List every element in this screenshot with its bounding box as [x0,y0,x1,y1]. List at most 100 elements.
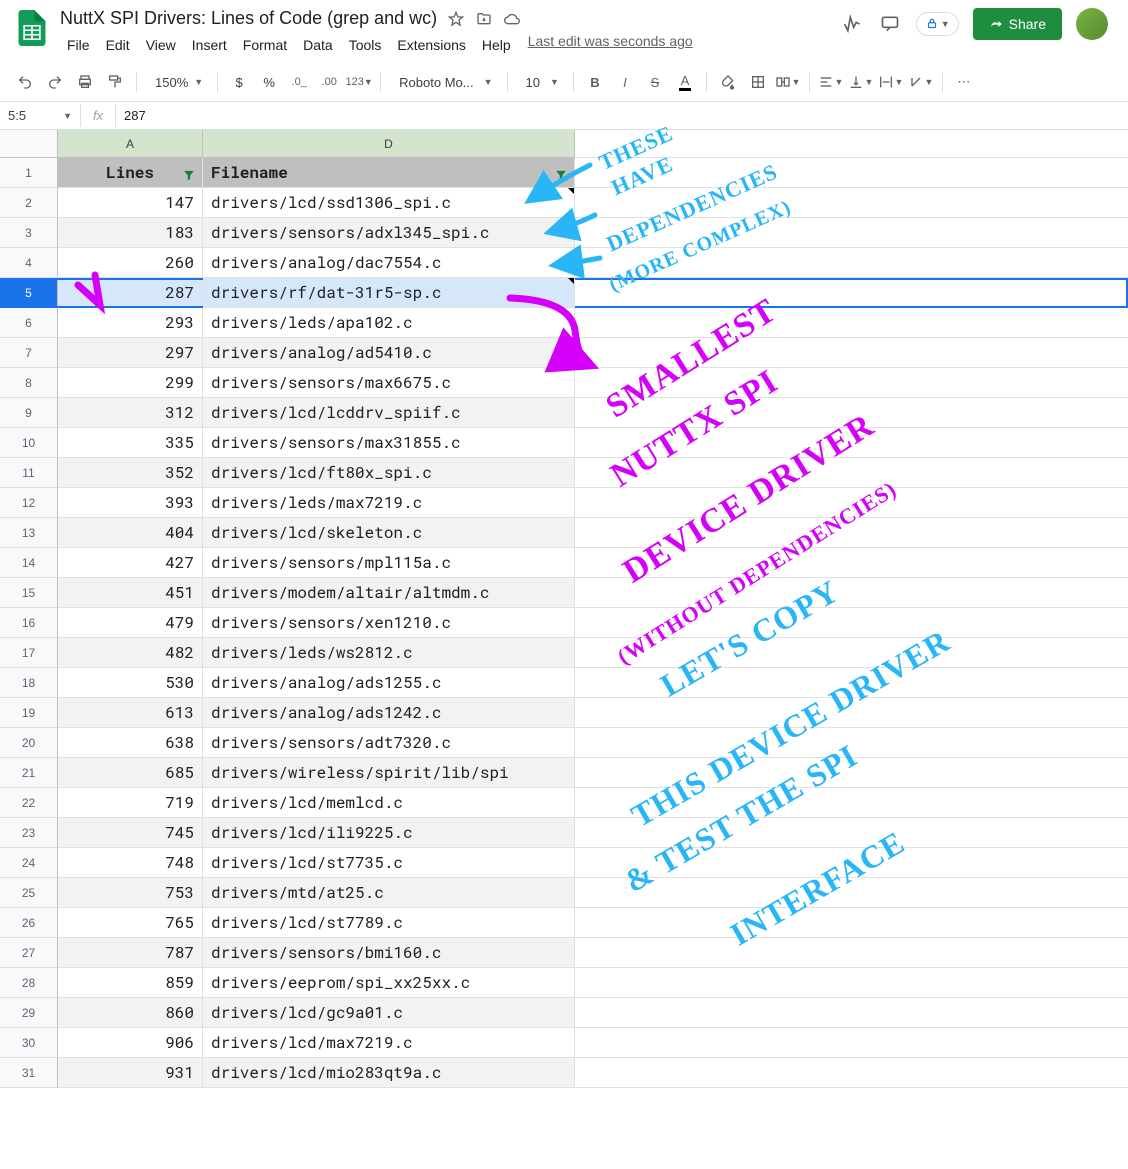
avatar[interactable] [1076,8,1108,40]
cell-lines[interactable]: 293 [58,308,203,338]
table-row[interactable]: 5287drivers/rf/dat-31r5-sp.c [0,278,1128,308]
cell-lines[interactable]: 312 [58,398,203,428]
cell-lines[interactable]: 787 [58,938,203,968]
cell-filename[interactable]: drivers/lcd/skeleton.c [203,518,575,548]
currency-button[interactable]: $ [226,69,252,95]
activity-icon[interactable] [840,12,864,36]
table-row[interactable]: 25753drivers/mtd/at25.c [0,878,1128,908]
row-header[interactable]: 28 [0,968,58,998]
cloud-status-icon[interactable] [503,10,521,28]
merge-cells-icon[interactable]: ▼ [775,69,801,95]
v-align-icon[interactable]: ▼ [848,69,874,95]
italic-icon[interactable]: I [612,69,638,95]
row-header[interactable]: 17 [0,638,58,668]
menu-view[interactable]: View [139,33,183,57]
comments-icon[interactable] [878,12,902,36]
row-header[interactable]: 15 [0,578,58,608]
cell-filename[interactable]: drivers/analog/ads1255.c [203,668,575,698]
table-row[interactable]: 15451drivers/modem/altair/altmdm.c [0,578,1128,608]
cell-filename[interactable]: drivers/sensors/adxl345_spi.c [203,218,575,248]
cell-filename[interactable]: drivers/sensors/mpl115a.c [203,548,575,578]
formula-input[interactable]: 287 [116,108,1128,123]
borders-icon[interactable] [745,69,771,95]
table-row[interactable]: 30906drivers/lcd/max7219.c [0,1028,1128,1058]
table-row[interactable]: 23745drivers/lcd/ili9225.c [0,818,1128,848]
table-row[interactable]: 19613drivers/analog/ads1242.c [0,698,1128,728]
table-row[interactable]: 20638drivers/sensors/adt7320.c [0,728,1128,758]
sheets-logo-icon[interactable] [12,8,52,48]
cell-lines[interactable]: 352 [58,458,203,488]
row-header[interactable]: 13 [0,518,58,548]
star-icon[interactable] [447,10,465,28]
menu-tools[interactable]: Tools [342,33,389,57]
table-row[interactable]: 1LinesFilename [0,158,1128,188]
row-header[interactable]: 9 [0,398,58,428]
cell-lines[interactable]: 685 [58,758,203,788]
cell-filename[interactable]: drivers/analog/ads1242.c [203,698,575,728]
bold-icon[interactable]: B [582,69,608,95]
row-header[interactable]: 25 [0,878,58,908]
text-color-icon[interactable]: A [672,69,698,95]
undo-icon[interactable] [12,69,38,95]
row-header[interactable]: 19 [0,698,58,728]
cell-filename[interactable]: drivers/eeprom/spi_xx25xx.c [203,968,575,998]
cell-filename[interactable]: drivers/wireless/spirit/lib/spi [203,758,575,788]
font-select[interactable]: Roboto Mo...▼ [389,73,498,92]
menu-extensions[interactable]: Extensions [390,33,472,57]
last-edit-link[interactable]: Last edit was seconds ago [528,33,693,57]
cell-filename[interactable]: drivers/modem/altair/altmdm.c [203,578,575,608]
row-header[interactable]: 2 [0,188,58,218]
increase-decimal-icon[interactable]: .00 [316,69,342,95]
cell-filename[interactable]: drivers/leds/apa102.c [203,308,575,338]
table-row[interactable]: 8299drivers/sensors/max6675.c [0,368,1128,398]
table-row[interactable]: 17482drivers/leds/ws2812.c [0,638,1128,668]
cell-filename[interactable]: drivers/sensors/max31855.c [203,428,575,458]
cell-lines[interactable]: 748 [58,848,203,878]
cell-lines[interactable]: 183 [58,218,203,248]
cell-lines[interactable]: 451 [58,578,203,608]
table-row[interactable]: 26765drivers/lcd/st7789.c [0,908,1128,938]
table-row[interactable]: 29860drivers/lcd/gc9a01.c [0,998,1128,1028]
table-row[interactable]: 12393drivers/leds/max7219.c [0,488,1128,518]
share-button[interactable]: Share [973,8,1062,40]
percent-button[interactable]: % [256,69,282,95]
more-formats-icon[interactable]: 123▼ [346,69,372,95]
menu-edit[interactable]: Edit [99,33,137,57]
row-header[interactable]: 12 [0,488,58,518]
cell-lines[interactable]: 297 [58,338,203,368]
row-header[interactable]: 21 [0,758,58,788]
filter-icon[interactable] [554,166,568,187]
row-header[interactable]: 30 [0,1028,58,1058]
menu-file[interactable]: File [60,33,97,57]
table-row[interactable]: 28859drivers/eeprom/spi_xx25xx.c [0,968,1128,998]
table-row[interactable]: 11352drivers/lcd/ft80x_spi.c [0,458,1128,488]
wrap-icon[interactable]: ▼ [878,69,904,95]
row-header[interactable]: 22 [0,788,58,818]
column-header-a[interactable]: A [58,130,203,158]
cell-lines[interactable]: 906 [58,1028,203,1058]
cell-filename-header[interactable]: Filename [203,158,575,188]
menu-insert[interactable]: Insert [185,33,234,57]
table-row[interactable]: 27787drivers/sensors/bmi160.c [0,938,1128,968]
filter-icon[interactable] [182,166,196,187]
row-header[interactable]: 8 [0,368,58,398]
cell-lines[interactable]: 404 [58,518,203,548]
cell-lines[interactable]: 931 [58,1058,203,1088]
cell-lines[interactable]: 260 [58,248,203,278]
rotate-icon[interactable]: ▼ [908,69,934,95]
cell-lines[interactable]: 638 [58,728,203,758]
cell-filename[interactable]: drivers/lcd/max7219.c [203,1028,575,1058]
table-row[interactable]: 24748drivers/lcd/st7735.c [0,848,1128,878]
cell-filename[interactable]: drivers/sensors/xen1210.c [203,608,575,638]
cell-lines[interactable]: 859 [58,968,203,998]
cell-lines[interactable]: 427 [58,548,203,578]
cell-lines[interactable]: 860 [58,998,203,1028]
select-all-corner[interactable] [0,130,58,158]
table-row[interactable]: 16479drivers/sensors/xen1210.c [0,608,1128,638]
table-row[interactable]: 6293drivers/leds/apa102.c [0,308,1128,338]
table-row[interactable]: 13404drivers/lcd/skeleton.c [0,518,1128,548]
table-row[interactable]: 7297drivers/analog/ad5410.c [0,338,1128,368]
cell-lines[interactable]: 335 [58,428,203,458]
font-size-select[interactable]: 10▼ [516,73,565,92]
cell-filename[interactable]: drivers/lcd/memlcd.c [203,788,575,818]
